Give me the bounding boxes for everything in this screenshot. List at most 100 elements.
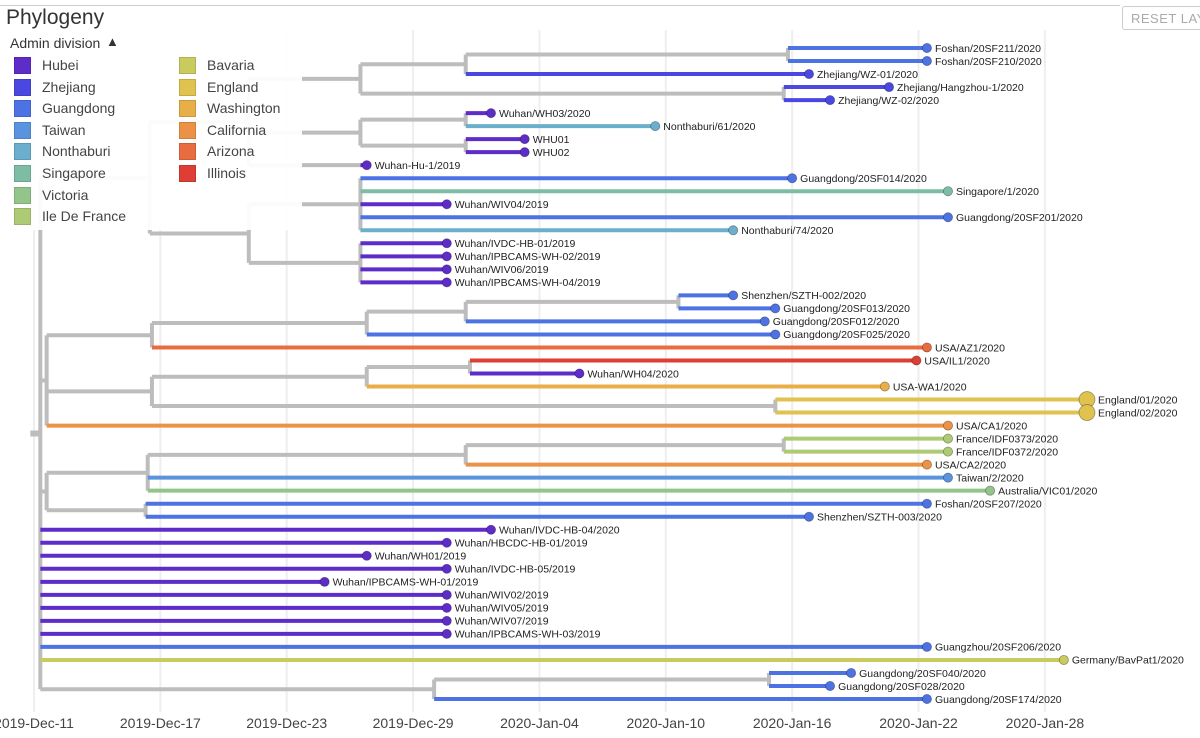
tip-marker[interactable] — [884, 82, 895, 93]
axis-tick-label: 2020-Jan-04 — [500, 715, 579, 731]
tip-marker[interactable] — [911, 355, 922, 366]
tip-marker[interactable] — [921, 56, 932, 67]
axis-tick-label: 2020-Jan-10 — [626, 715, 705, 731]
tip-marker[interactable] — [441, 563, 452, 574]
legend-swatch — [14, 57, 31, 74]
tip-label: Wuhan/WIV05/2019 — [455, 603, 549, 615]
legend-swatch — [14, 78, 31, 96]
tip-marker[interactable] — [519, 147, 530, 158]
tip-label: Wuhan/IPBCAMS-WH-02/2019 — [455, 251, 601, 263]
tip-marker[interactable] — [921, 498, 932, 509]
tip-marker[interactable] — [787, 173, 798, 184]
tip-label: Germany/BavPat1/2020 — [1072, 655, 1184, 667]
axis-tick-label: 2019-Dec-11 — [0, 715, 74, 731]
tip-marker[interactable] — [441, 238, 452, 249]
tip-marker[interactable] — [486, 108, 497, 119]
tip-marker[interactable] — [441, 277, 452, 288]
legend-swatch — [179, 165, 196, 182]
tip-label: Guangdong/20SF025/2020 — [783, 329, 910, 341]
tip-marker[interactable] — [650, 121, 661, 132]
tip-marker[interactable] — [825, 95, 836, 106]
tip-marker[interactable] — [728, 290, 739, 301]
legend-title[interactable]: Admin division — [10, 35, 100, 51]
legend-label: Nonthaburi — [42, 143, 111, 160]
tip-marker[interactable] — [1078, 404, 1096, 421]
tip-label: Guangdong/20SF013/2020 — [783, 303, 910, 315]
tip-label: Guangzhou/20SF206/2020 — [935, 642, 1061, 654]
tip-marker[interactable] — [921, 43, 932, 54]
legend-swatch — [14, 143, 31, 161]
legend-swatch — [14, 165, 31, 182]
tip-marker[interactable] — [441, 199, 452, 210]
tip-marker[interactable] — [728, 225, 739, 236]
legend-swatch — [14, 208, 31, 226]
tip-marker[interactable] — [319, 576, 330, 587]
tip-marker[interactable] — [361, 550, 372, 561]
tip-label: Wuhan/WIV02/2019 — [455, 590, 549, 602]
legend-swatch — [14, 121, 31, 139]
tip-marker[interactable] — [846, 667, 857, 678]
tip-label: Foshan/20SF210/2020 — [935, 56, 1042, 68]
tip-marker[interactable] — [921, 342, 932, 353]
legend-label: Guangdong — [42, 100, 116, 117]
legend-label: Zhejiang — [42, 78, 96, 95]
tip-marker[interactable] — [441, 615, 452, 626]
tip-label: Wuhan/WH03/2020 — [499, 108, 591, 120]
tip-label: England/01/2020 — [1098, 394, 1178, 406]
tip-marker[interactable] — [943, 446, 954, 457]
legend-label: England — [207, 78, 259, 95]
tip-label: Guangdong/20SF040/2020 — [859, 668, 986, 680]
tip-marker[interactable] — [804, 511, 815, 522]
tip-marker[interactable] — [943, 420, 954, 431]
tip-label: Guangdong/20SF028/2020 — [838, 681, 965, 693]
tip-marker[interactable] — [441, 628, 452, 639]
tip-marker[interactable] — [985, 485, 996, 496]
tip-marker[interactable] — [441, 589, 452, 600]
chevron-up-icon[interactable]: ▲ — [106, 34, 119, 49]
tip-marker[interactable] — [804, 69, 815, 80]
tip-label: Zhejiang/Hangzhou-1/2020 — [897, 82, 1024, 94]
tip-marker[interactable] — [825, 680, 836, 691]
tip-label: Zhejiang/WZ-01/2020 — [817, 69, 918, 81]
tip-marker[interactable] — [441, 264, 452, 275]
legend-swatch — [179, 78, 196, 96]
tip-marker[interactable] — [943, 433, 954, 444]
tip-marker[interactable] — [486, 524, 497, 535]
legend-label: California — [207, 121, 267, 138]
tip-label: USA/IL1/2020 — [924, 355, 990, 367]
tip-marker[interactable] — [943, 472, 954, 483]
tip-label: Taiwan/2/2020 — [956, 472, 1024, 484]
time-axis: 2019-Dec-11 2019-Dec-17 2019-Dec-23 2019-De… — [0, 715, 1084, 731]
legend-label: Arizona — [207, 143, 255, 160]
tip-marker[interactable] — [441, 251, 452, 262]
tip-label: WHU01 — [533, 134, 570, 146]
tip-marker[interactable] — [441, 602, 452, 613]
tip-marker[interactable] — [1058, 654, 1069, 665]
legend-swatch — [179, 57, 196, 74]
axis-tick-label: 2020-Jan-28 — [1006, 715, 1085, 731]
tip-marker[interactable] — [921, 694, 932, 705]
tip-marker[interactable] — [943, 212, 954, 223]
tip-marker[interactable] — [770, 329, 781, 340]
legend-label: Victoria — [42, 186, 89, 203]
tip-marker[interactable] — [943, 186, 954, 197]
legend-swatch — [179, 121, 196, 139]
tip-marker[interactable] — [441, 537, 452, 548]
tip-label: Wuhan/IPBCAMS-WH-03/2019 — [455, 629, 601, 641]
tip-marker[interactable] — [361, 160, 372, 171]
tip-marker[interactable] — [770, 303, 781, 314]
tip-label: USA/AZ1/2020 — [935, 342, 1005, 354]
tip-marker[interactable] — [574, 368, 585, 379]
tip-marker[interactable] — [759, 316, 770, 327]
legend-label: Bavaria — [207, 57, 255, 73]
tip-marker[interactable] — [519, 134, 530, 145]
axis-tick-label: 2019-Dec-17 — [120, 715, 201, 731]
tip-label: Wuhan/IPBCAMS-WH-04/2019 — [455, 277, 601, 289]
tip-label: USA/CA2/2020 — [935, 459, 1006, 471]
legend-label: Hubei — [42, 57, 79, 73]
tip-marker[interactable] — [921, 459, 932, 470]
legend-swatch — [14, 186, 31, 204]
axis-tick-label: 2020-Jan-22 — [879, 715, 958, 731]
tip-marker[interactable] — [921, 641, 932, 652]
tip-marker[interactable] — [879, 381, 890, 392]
